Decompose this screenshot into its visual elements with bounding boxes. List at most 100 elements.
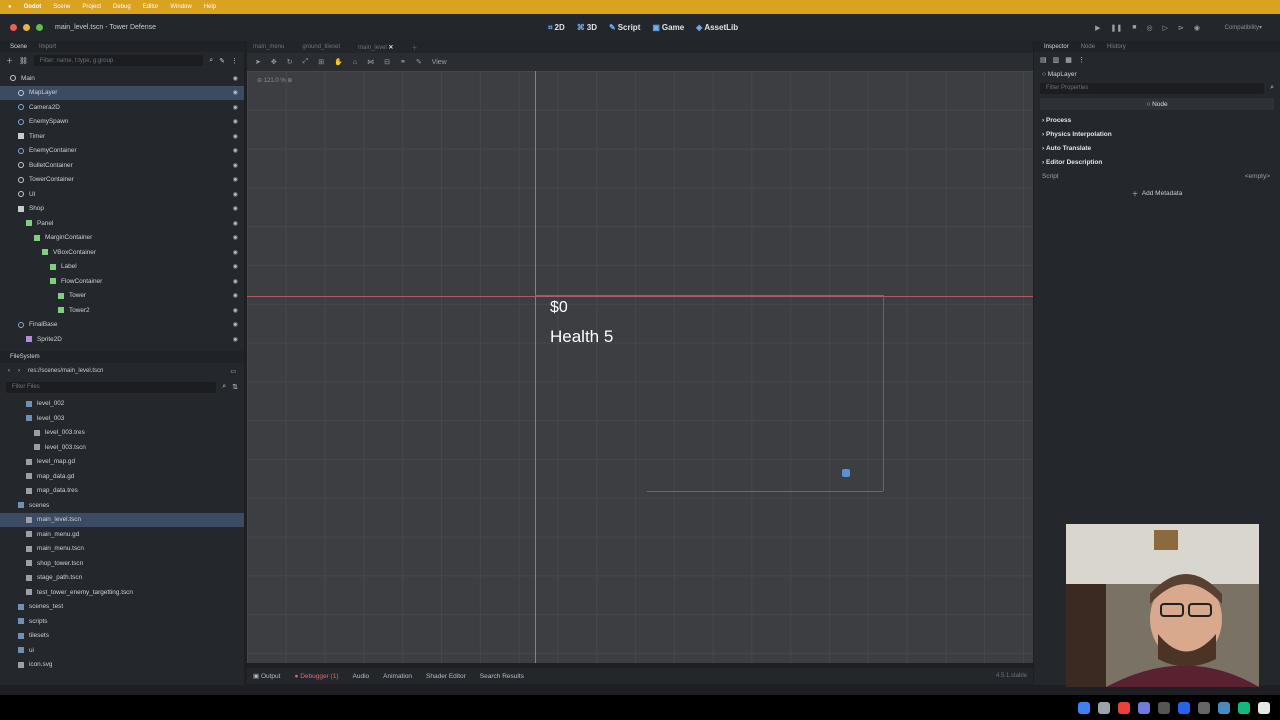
play-icon[interactable]: ▶ [1095,24,1100,32]
scene-tree-item[interactable]: Camera2D ◉ [0,100,244,115]
ruler-icon[interactable]: ⊞ [318,58,324,66]
scene-tree-item[interactable]: Tower2 ◉ [0,303,244,318]
filesystem-item[interactable]: level_003 [0,411,244,426]
menu-scene[interactable]: Scene [53,4,70,10]
new-resource-icon[interactable]: ▤ [1040,56,1047,64]
load-icon[interactable]: ▥ [1053,56,1060,64]
filesystem-item[interactable]: main_menu.gd [0,527,244,542]
tab-search-results[interactable]: Search Results [480,673,524,680]
scene-tree-item[interactable]: Timer ◉ [0,129,244,144]
visibility-icon[interactable]: ◉ [233,147,238,154]
filesystem-item[interactable]: map_data.tres [0,484,244,499]
add-node-icon[interactable]: ＋ [6,56,13,66]
visibility-icon[interactable]: ◉ [233,220,238,227]
vscode-icon[interactable] [1178,701,1190,714]
tab-import[interactable]: Import [39,44,56,50]
filesystem-item[interactable]: tilesets [0,629,244,644]
mode-3d-button[interactable]: ⌘ 3D [577,23,597,32]
forward-icon[interactable]: › [18,368,20,374]
scene-tree-item[interactable]: Main ◉ [0,71,244,86]
app-menu[interactable]: Godot [24,4,42,10]
filesystem-item[interactable]: scenes_test [0,600,244,615]
filesystem-item[interactable]: level_003.tscn [0,440,244,455]
close-icon[interactable]: ✕ [388,45,393,51]
pencil-icon[interactable]: ✎ [416,58,422,66]
add-tab-icon[interactable]: ＋ [411,43,417,52]
tab-debugger[interactable]: ● Debugger (1) [294,673,338,680]
sort-icon[interactable]: ⇅ [232,383,238,391]
menu-window[interactable]: Window [170,4,191,10]
select-tool-icon[interactable]: ➤ [255,58,261,66]
visibility-icon[interactable]: ◉ [233,191,238,198]
filesystem-item[interactable]: level_003.tres [0,426,244,441]
chrome-icon[interactable] [1118,701,1130,714]
grid-icon[interactable]: ⊟ [384,58,390,66]
tab-shader-editor[interactable]: Shader Editor [426,673,466,680]
filesystem-item[interactable]: level_map.gd [0,455,244,470]
view-menu[interactable]: View [432,59,447,66]
visibility-icon[interactable]: ◉ [233,278,238,285]
renderer-selector[interactable]: Compatibility ▾ [1225,14,1262,41]
scene-tree-item[interactable]: VBoxContainer ◉ [0,245,244,260]
tab-output[interactable]: ▣ Output [253,672,280,680]
scene-tree-item[interactable]: Sprite2D ◉ [0,332,244,347]
scene-tree-item[interactable]: Tower ◉ [0,289,244,304]
maximize-window-button[interactable] [36,24,43,31]
visibility-icon[interactable]: ◉ [233,205,238,212]
filesystem-item[interactable]: map_data.gd [0,469,244,484]
movie-icon[interactable]: ◉ [1194,24,1200,32]
script-value[interactable]: <empty> [1245,173,1270,180]
godot-icon[interactable] [1218,701,1230,714]
visibility-icon[interactable]: ◉ [233,118,238,125]
tab-inspector[interactable]: Inspector [1044,44,1069,50]
lock-icon[interactable]: ⌂ [353,59,357,66]
section-physics-interpolation[interactable]: › Physics Interpolation [1034,127,1280,141]
tab-main-menu[interactable]: main_menu [253,44,284,50]
bone-icon[interactable]: ⚭ [400,58,406,66]
tab-animation[interactable]: Animation [383,673,412,680]
menu-editor[interactable]: Editor [143,4,159,10]
play-scene-icon[interactable]: ▷ [1163,24,1168,32]
scene-tree-item[interactable]: TowerContainer ◉ [0,173,244,188]
settings-icon[interactable] [1098,701,1110,714]
menu-project[interactable]: Project [82,4,101,10]
move-tool-icon[interactable]: ✥ [271,58,277,66]
filesystem-item[interactable]: scripts [0,614,244,629]
finder-icon[interactable] [1078,701,1090,714]
link-icon[interactable]: ⛓ [19,57,28,65]
filesystem-item[interactable]: scenes [0,498,244,513]
tab-history[interactable]: History [1107,44,1126,50]
inspected-object[interactable]: ○ MapLayer [1034,67,1280,81]
search-icon[interactable]: ⌕ [209,57,213,65]
sprite2d-node[interactable] [842,469,850,477]
play-custom-icon[interactable]: ⊳ [1178,24,1184,32]
stop-icon[interactable]: ■ [1132,24,1136,31]
app-icon[interactable] [1198,701,1210,714]
filesystem-item[interactable]: ui [0,643,244,658]
scene-tree-item[interactable]: MarginContainer ◉ [0,231,244,246]
scene-tree-item[interactable]: EnemyContainer ◉ [0,144,244,159]
more-icon[interactable]: ⋮ [1078,56,1085,64]
tab-node[interactable]: Node [1081,44,1095,50]
scene-filter-input[interactable]: Filter: name, t:type, g:group [33,55,204,66]
mode-game-button[interactable]: ▣ Game [652,23,684,32]
visibility-icon[interactable]: ◉ [233,292,238,299]
visibility-icon[interactable]: ◉ [233,249,238,256]
visibility-icon[interactable]: ◉ [233,307,238,314]
scene-tree-item[interactable]: UI ◉ [0,187,244,202]
tab-ground-tileset[interactable]: ground_tileset [302,44,340,50]
property-filter-input[interactable]: Filter Properties [1040,82,1265,94]
search-icon[interactable]: ⌕ [222,383,226,391]
discord-icon[interactable] [1138,701,1150,714]
visibility-icon[interactable]: ◉ [233,321,238,328]
visibility-icon[interactable]: ◉ [233,336,238,343]
scene-tree-item[interactable]: Label ◉ [0,260,244,275]
visibility-icon[interactable]: ◉ [233,89,238,96]
add-metadata-button[interactable]: ＋ Add Metadata [1084,187,1230,199]
filesystem-item[interactable]: stage_path.tscn [0,571,244,586]
filesystem-item[interactable]: main_level.tscn [0,512,244,527]
filesystem-item[interactable]: icon.svg [0,658,244,673]
scene-tree-item[interactable]: MapLayer ◉ [0,85,244,100]
mode-assetlib-button[interactable]: ◈ AssetLib [696,23,738,32]
split-icon[interactable]: ▭ [230,368,236,375]
